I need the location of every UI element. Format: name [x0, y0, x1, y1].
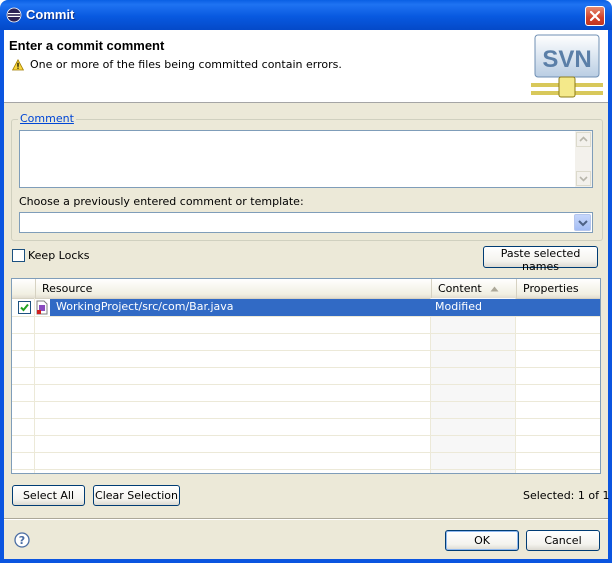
row-divider: [12, 452, 600, 453]
window-title: Commit: [26, 7, 75, 22]
keep-locks-checkbox[interactable]: [12, 249, 25, 262]
row-divider: [12, 316, 600, 317]
row-divider: [12, 418, 600, 419]
sort-ascending-icon: [490, 286, 499, 292]
paste-selected-names-button[interactable]: Paste selected names: [483, 246, 598, 273]
header-message: One or more of the files being committed…: [30, 58, 342, 71]
column-header-check[interactable]: [12, 279, 35, 298]
row-divider: [12, 401, 600, 402]
comment-group-label: Comment: [18, 112, 76, 125]
combo-dropdown-button[interactable]: [574, 214, 591, 231]
dialog-header: Enter a commit comment One or more of th…: [4, 30, 608, 103]
window-frame-right: [608, 30, 612, 563]
close-icon: [589, 10, 601, 22]
clear-selection-button[interactable]: Clear Selection: [93, 485, 180, 506]
window-frame-left: [0, 30, 4, 563]
java-file-icon: [36, 300, 48, 318]
page-title: Enter a commit comment: [9, 38, 165, 53]
column-header-properties[interactable]: Properties: [516, 279, 600, 298]
selected-count: Selected: 1 of 1: [523, 489, 610, 502]
row-divider: [12, 333, 600, 334]
warning-icon: [11, 58, 25, 74]
close-button[interactable]: [585, 6, 605, 26]
svg-text:SVN: SVN: [542, 46, 591, 73]
comment-group-label-text: Comment: [20, 112, 74, 125]
eclipse-icon: [6, 7, 22, 23]
svn-logo: SVN: [531, 33, 603, 99]
previous-comment-label: Choose a previously entered comment or t…: [19, 195, 304, 208]
row-resource: WorkingProject/src/com/Bar.java: [56, 300, 234, 313]
select-all-button[interactable]: Select All: [12, 485, 85, 506]
commit-dialog: Commit Enter a commit comment One or mor…: [0, 0, 612, 563]
row-divider: [12, 384, 600, 385]
table-header: Resource Content Properties: [12, 279, 600, 299]
previous-comment-combo[interactable]: [19, 212, 593, 233]
checkmark-icon: [20, 303, 29, 312]
window-frame-bottom: [0, 559, 612, 563]
row-divider: [12, 350, 600, 351]
chevron-down-icon: [579, 176, 588, 182]
footer-separator: [4, 518, 608, 520]
title-bar[interactable]: Commit: [0, 0, 612, 30]
row-divider: [12, 435, 600, 436]
comment-textarea[interactable]: [19, 130, 593, 188]
chevron-up-icon: [579, 136, 588, 142]
table-row[interactable]: WorkingProject/src/com/Bar.java Modified: [12, 299, 600, 316]
ok-button[interactable]: OK: [445, 530, 519, 551]
keep-locks-label: Keep Locks: [28, 249, 90, 262]
svg-text:?: ?: [19, 534, 25, 547]
chevron-down-icon: [578, 220, 588, 227]
help-icon[interactable]: ?: [14, 532, 30, 551]
column-header-resource[interactable]: Resource: [35, 279, 431, 298]
scroll-up-button[interactable]: [576, 132, 591, 147]
content-column-shade: [431, 298, 516, 473]
column-divider: [430, 298, 431, 473]
comment-scrollbar[interactable]: [575, 131, 592, 187]
row-content: Modified: [435, 300, 482, 313]
column-divider: [515, 298, 516, 473]
column-divider: [34, 298, 35, 473]
row-divider: [12, 469, 600, 470]
row-divider: [12, 367, 600, 368]
resources-table[interactable]: Resource Content Properties WorkingProje…: [11, 278, 601, 474]
scroll-down-button[interactable]: [576, 171, 591, 186]
cancel-button[interactable]: Cancel: [526, 530, 600, 551]
row-commit-checkbox[interactable]: [18, 301, 31, 314]
column-header-content[interactable]: Content: [431, 279, 516, 298]
